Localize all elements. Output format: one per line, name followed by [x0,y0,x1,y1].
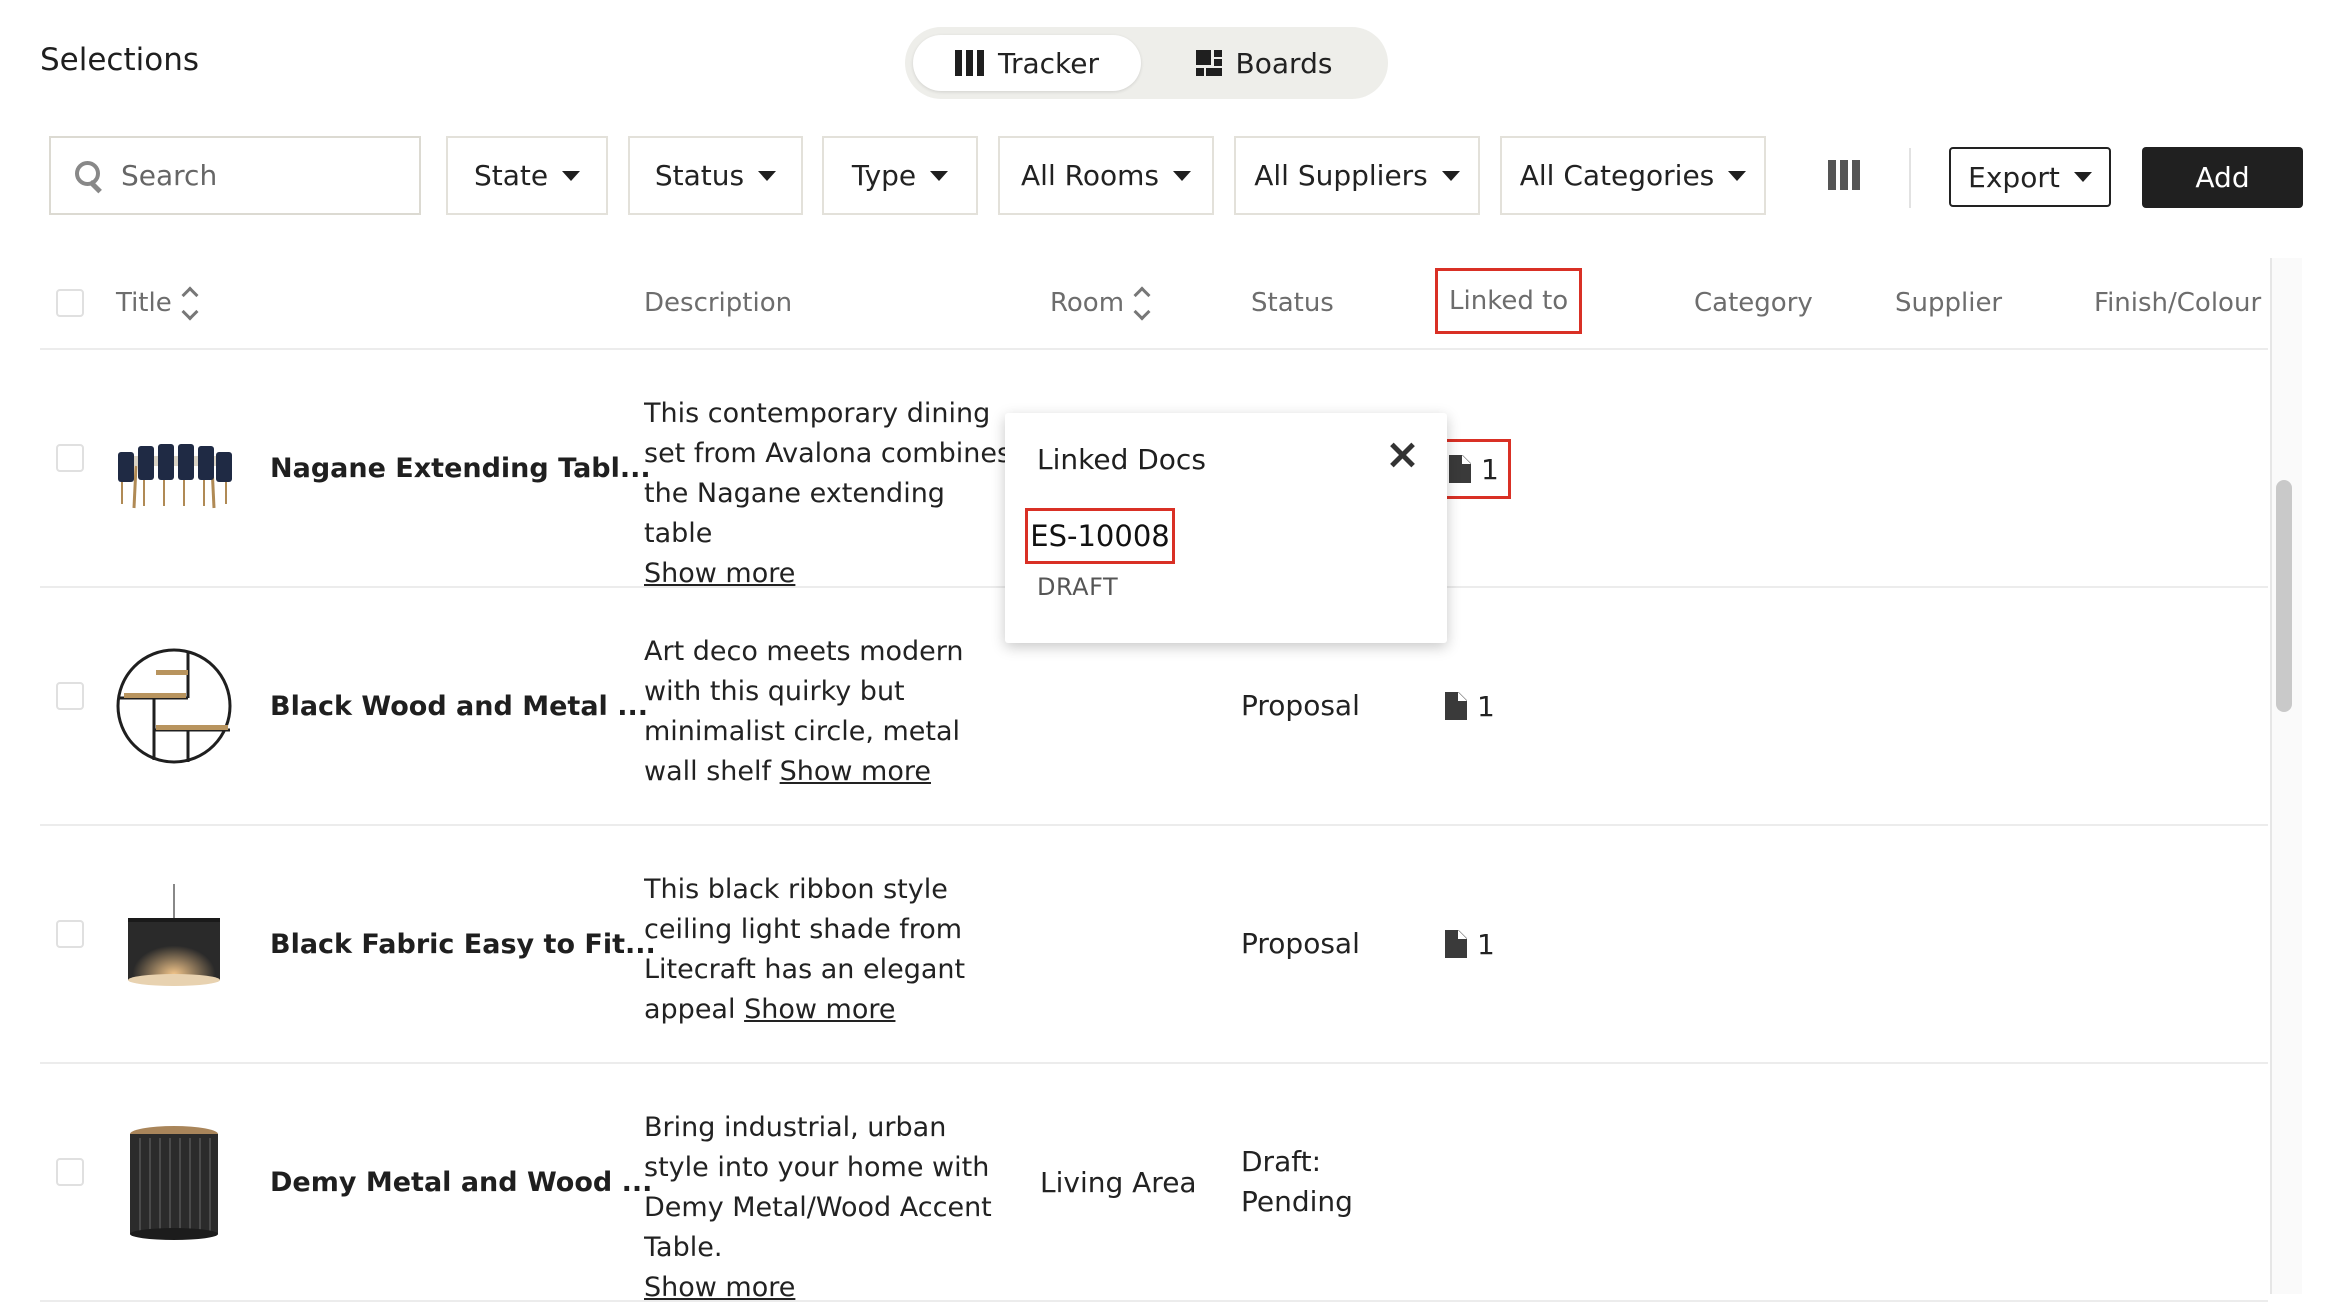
toolbar-divider [1909,148,1911,208]
status-line: Pending [1241,1185,1353,1218]
linked-doc-link[interactable]: ES-10008 [1025,508,1175,564]
export-label: Export [1968,160,2060,194]
row-description: This contemporary dining set from Avalon… [644,394,1016,594]
search-icon [73,159,107,193]
caret-down-icon [1441,170,1460,181]
highlight-box [1435,268,1583,334]
column-settings-icon[interactable] [1828,160,1860,190]
product-thumbnail [130,1126,218,1240]
row-description: Art deco meets modern with this quirky b… [644,632,1016,792]
column-description-label: Description [644,288,793,318]
linked-docs-button[interactable]: 1 [1445,588,1495,824]
linked-docs-button[interactable]: 1 [1445,826,1495,1062]
show-more-link[interactable]: Show more [644,558,795,589]
linked-count: 1 [1477,689,1495,723]
filter-suppliers-label: All Suppliers [1254,159,1428,192]
document-icon [1445,930,1467,958]
export-button[interactable]: Export [1949,147,2111,207]
row-checkbox[interactable] [56,682,84,710]
show-more-link[interactable]: Show more [744,994,895,1025]
row-title[interactable]: Demy Metal and Wood ... [270,1064,652,1300]
product-thumbnail [118,444,232,509]
tab-boards[interactable]: Boards [1150,35,1378,91]
caret-down-icon [1172,170,1191,181]
column-description: Description [644,258,792,348]
row-status: Draft: Pending [1241,1064,1353,1300]
column-room-label: Room [1050,288,1125,318]
column-supplier: Supplier [1895,258,2002,348]
linked-docs-button[interactable]: 1 [1437,439,1511,499]
row-checkbox[interactable] [56,1158,84,1186]
row-title[interactable]: Black Wood and Metal ... [270,588,648,824]
tab-tracker[interactable]: Tracker [913,35,1141,91]
sort-icon[interactable] [181,286,199,320]
description-text: Bring industrial, urban style into your … [644,1112,992,1263]
tracker-columns-icon [954,50,984,76]
column-finish-colour: Finish/Colour [2094,258,2261,348]
show-more-link[interactable]: Show more [780,756,931,787]
document-icon [1445,692,1467,720]
close-icon[interactable] [1387,441,1417,471]
filter-status[interactable]: Status [628,136,803,215]
row-description: This black ribbon style ceiling light sh… [644,870,1016,1030]
caret-down-icon [758,170,777,181]
column-category-label: Category [1694,288,1813,318]
page-title: Selections [40,42,200,78]
column-status: Status [1251,258,1334,348]
scrollbar-thumb[interactable] [2276,480,2292,712]
filter-type[interactable]: Type [822,136,978,215]
product-thumbnail [128,884,220,986]
show-more-link[interactable]: Show more [644,1272,795,1303]
row-title[interactable]: Nagane Extending Tabl... [270,350,651,586]
filter-status-label: Status [654,159,745,192]
row-title[interactable]: Black Fabric Easy to Fit... [270,826,656,1062]
column-category: Category [1694,258,1813,348]
column-linked-to: Linked to [1435,268,1583,334]
select-all-checkbox[interactable] [56,289,84,317]
view-toggle: Tracker Boards [905,27,1388,99]
filter-rooms[interactable]: All Rooms [998,136,1214,215]
linked-count: 1 [1477,927,1495,961]
column-status-label: Status [1251,288,1334,318]
column-title[interactable]: Title [116,258,199,348]
column-supplier-label: Supplier [1895,288,2003,318]
column-title-label: Title [116,288,172,318]
description-text: This contemporary dining set from Avalon… [644,398,1012,549]
filter-categories[interactable]: All Categories [1500,136,1766,215]
search-box [49,136,421,215]
tab-boards-label: Boards [1235,46,1333,80]
scrollbar-track[interactable] [2270,258,2302,1294]
table-row[interactable]: Demy Metal and Wood ... Bring industrial… [40,1064,2268,1303]
filter-type-label: Type [851,159,917,192]
column-finish-colour-label: Finish/Colour [2094,288,2262,318]
search-input[interactable] [119,158,403,193]
row-room: Living Area [1040,1165,1197,1199]
linked-doc-state: DRAFT [1037,573,1119,601]
filter-categories-label: All Categories [1519,159,1715,192]
add-button[interactable]: Add [2142,147,2303,208]
column-room[interactable]: Room [1050,258,1151,348]
row-description: Bring industrial, urban style into your … [644,1108,1016,1308]
filter-state-label: State [473,159,549,192]
popover-title: Linked Docs [1037,443,1206,476]
filter-suppliers[interactable]: All Suppliers [1234,136,1480,215]
row-checkbox[interactable] [56,920,84,948]
status-line: Draft: [1241,1145,1322,1178]
caret-down-icon [562,170,581,181]
sort-icon[interactable] [1133,286,1151,320]
caret-down-icon [2073,172,2092,182]
table-header: Title Description Room Status Linked to … [40,258,2268,350]
row-status: Proposal [1241,927,1360,960]
tab-tracker-label: Tracker [997,46,1099,80]
filter-state[interactable]: State [446,136,608,215]
caret-down-icon [930,170,949,181]
document-icon [1449,455,1471,483]
table-row[interactable]: Black Fabric Easy to Fit... This black r… [40,826,2268,1064]
boards-grid-icon [1195,50,1222,76]
caret-down-icon [1728,170,1747,181]
product-thumbnail [116,648,232,764]
row-checkbox[interactable] [56,444,84,472]
filter-rooms-label: All Rooms [1021,159,1159,192]
linked-docs-popover: Linked Docs ES-10008 DRAFT [1005,413,1447,643]
